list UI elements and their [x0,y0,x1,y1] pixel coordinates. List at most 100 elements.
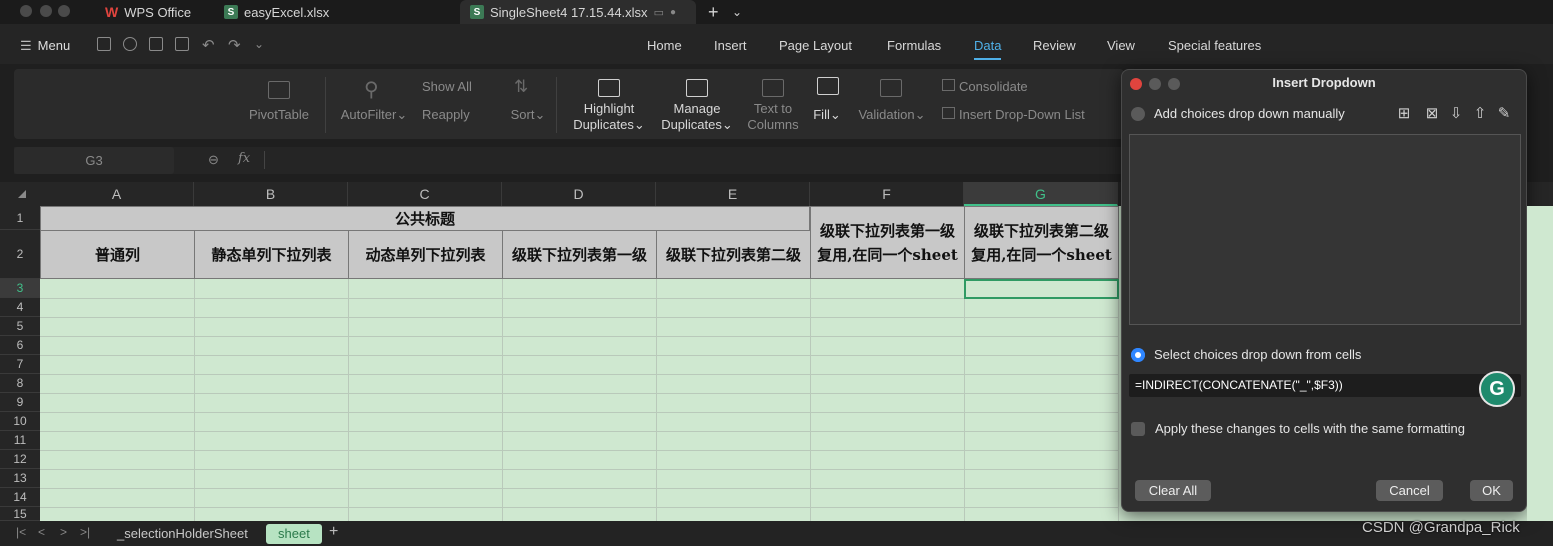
merged-title-cell[interactable]: 公共标题 [40,206,810,231]
row-header-3[interactable]: 3 [0,279,40,298]
tab-home[interactable]: Home [647,38,682,53]
column-header-b[interactable]: B [194,182,348,206]
new-tab-button[interactable]: + [708,0,719,24]
row-header-10[interactable]: 10 [0,412,40,431]
manage-duplicates-button[interactable]: Manage Duplicates⌄ [654,101,740,133]
delete-item-icon[interactable]: ⊠ [1424,106,1440,122]
tab-review[interactable]: Review [1033,38,1076,53]
header-cell-b[interactable]: 静态单列下拉列表 [194,230,349,279]
consolidate-button[interactable]: Consolidate [942,79,1028,95]
chevron-down-icon[interactable]: ⌄ [254,37,264,51]
column-header-c[interactable]: C [348,182,502,206]
highlight-duplicates-button[interactable]: Highlight Duplicates⌄ [566,101,652,133]
save-icon[interactable] [97,37,111,51]
row-header-9[interactable]: 9 [0,393,40,412]
tab-label: SingleSheet4 17.15.44.xlsx [490,4,648,20]
tab-wps-office[interactable]: W WPS Office [105,0,191,24]
row-header-11[interactable]: 11 [0,431,40,450]
selected-cell-g3[interactable] [964,279,1119,299]
add-sheet-button[interactable]: + [329,523,338,541]
tab-page-layout[interactable]: Page Layout [779,38,852,53]
next-sheet-icon[interactable]: > [60,525,67,539]
move-up-icon[interactable]: ⇧ [1472,106,1488,122]
name-box[interactable]: G3 [14,147,174,174]
tab-singlesheet4[interactable]: S SingleSheet4 17.15.44.xlsx ▭ ● [460,0,696,24]
column-header-g[interactable]: G [964,182,1118,206]
close-window-button[interactable] [20,5,32,17]
edit-icon[interactable]: ✎ [1496,106,1512,122]
tab-view[interactable]: View [1107,38,1135,53]
header-cell-a[interactable]: 普通列 [40,230,195,279]
move-down-icon[interactable]: ⇩ [1448,106,1464,122]
gridline [964,279,965,521]
add-item-icon[interactable]: ⊞ [1396,106,1412,122]
gridline [40,298,1118,299]
print-icon[interactable] [149,37,163,51]
text-to-columns-button[interactable]: Text to Columns [741,101,805,133]
search-icon[interactable]: ⊖ [208,152,219,168]
minimize-window-button[interactable] [40,5,52,17]
first-sheet-icon[interactable]: |< [16,525,26,539]
sheet-tab-selectionholdersheet[interactable]: _selectionHolderSheet [105,524,260,544]
column-header-a[interactable]: A [40,182,194,206]
unsaved-dot-icon: ● [669,6,677,18]
fill-button[interactable]: Fill⌄ [810,107,844,123]
clear-all-button[interactable]: Clear All [1135,480,1211,501]
apply-same-formatting-checkbox[interactable] [1131,422,1145,436]
sheet-tab-sheet[interactable]: sheet [266,524,322,544]
tab-special-features[interactable]: Special features [1168,38,1261,53]
select-all-corner[interactable] [18,190,26,198]
validation-button[interactable]: Validation⌄ [854,107,930,123]
function-icon[interactable]: fx [238,151,250,166]
insert-dropdown-list-button[interactable]: Insert Drop-Down List [942,107,1085,123]
show-all-button[interactable]: Show All [422,79,472,95]
sort-button[interactable]: Sort⌄ [506,107,550,123]
watermark: CSDN @Grandpa_Rick [1362,519,1520,536]
row-header-5[interactable]: 5 [0,317,40,336]
prev-sheet-icon[interactable]: < [38,525,45,539]
last-sheet-icon[interactable]: >| [80,525,90,539]
row-header-4[interactable]: 4 [0,298,40,317]
from-cells-radio[interactable] [1131,348,1145,362]
column-header-e[interactable]: E [656,182,810,206]
source-formula-input[interactable]: =INDIRECT(CONCATENATE("_",$F3)) [1129,374,1521,397]
column-header-f[interactable]: F [810,182,964,206]
tab-data[interactable]: Data [974,38,1002,60]
header-cell-g[interactable]: 级联下拉列表第二级复用,在同一个sheet [964,206,1119,279]
row-header-13[interactable]: 13 [0,469,40,488]
choices-list-box[interactable] [1129,134,1521,325]
column-header-d[interactable]: D [502,182,656,206]
autofilter-button[interactable]: AutoFilter⌄ [336,107,412,123]
main-menu-button[interactable]: ☰ Menu [20,38,70,54]
row-header-2[interactable]: 2 [0,230,40,279]
tab-formulas[interactable]: Formulas [887,38,941,53]
cancel-button[interactable]: Cancel [1376,480,1443,501]
row-header-6[interactable]: 6 [0,336,40,355]
tab-list-button[interactable]: ⌄ [732,0,742,24]
pivot-table-button[interactable]: PivotTable [244,107,314,123]
print-preview-icon[interactable] [175,37,189,51]
header-cell-d[interactable]: 级联下拉列表第一级 [502,230,657,279]
header-cell-f[interactable]: 级联下拉列表第一级复用,在同一个sheet [810,206,965,279]
row-header-14[interactable]: 14 [0,488,40,507]
share-icon[interactable] [123,37,137,51]
reapply-button[interactable]: Reapply [422,107,470,123]
row-header-15[interactable]: 15 [0,507,40,521]
row-header-7[interactable]: 7 [0,355,40,374]
dropdown-list-icon [942,107,955,119]
manual-choices-radio[interactable] [1131,107,1145,121]
tab-easyexcel[interactable]: S easyExcel.xlsx [224,0,329,24]
header-cell-c[interactable]: 动态单列下拉列表 [348,230,503,279]
grammarly-icon[interactable]: G [1479,371,1515,407]
sheet-tab-bar: |< < > >| _selectionHolderSheet sheet + [0,521,1553,546]
redo-icon[interactable]: ↷ [228,36,241,54]
row-header-8[interactable]: 8 [0,374,40,393]
sort-icon: ⇅ [514,77,529,96]
ok-button[interactable]: OK [1470,480,1513,501]
header-cell-e[interactable]: 级联下拉列表第二级 [656,230,811,279]
tab-insert[interactable]: Insert [714,38,747,53]
row-header-12[interactable]: 12 [0,450,40,469]
undo-icon[interactable]: ↶ [202,36,215,54]
row-header-1[interactable]: 1 [0,206,40,230]
zoom-window-button[interactable] [58,5,70,17]
